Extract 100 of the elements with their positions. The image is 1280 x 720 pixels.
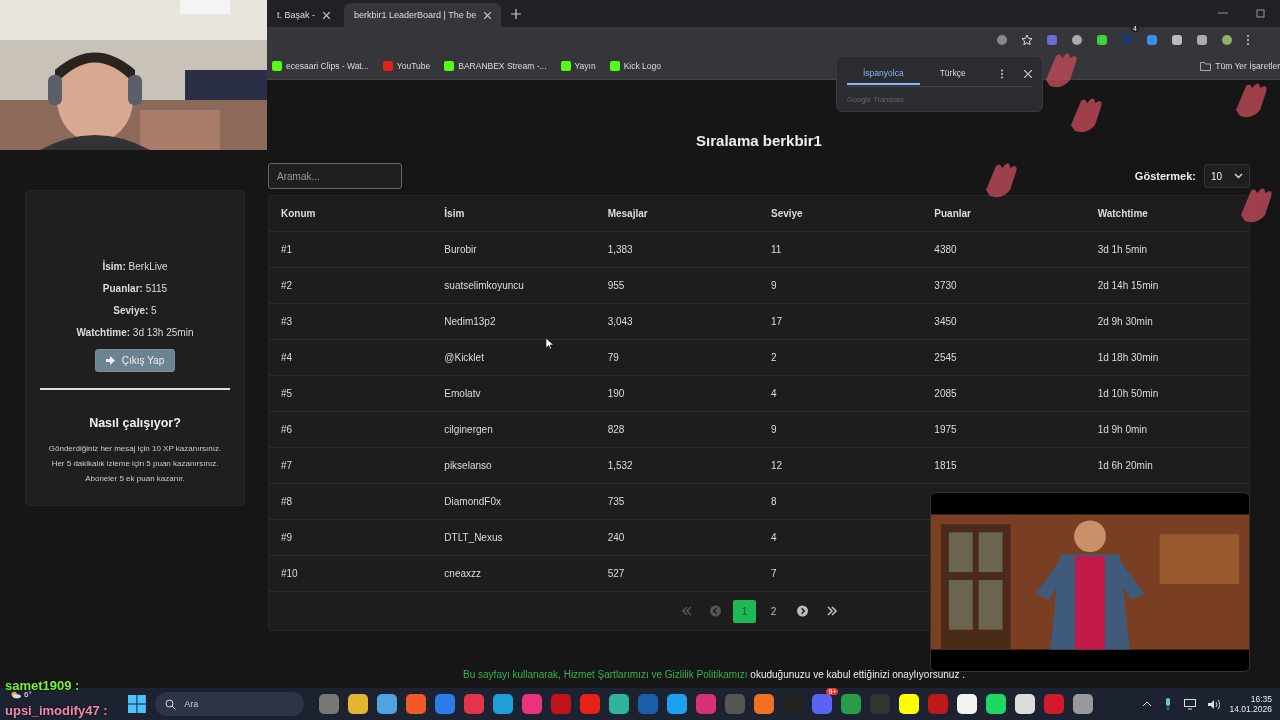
profile-field: İsim: BerkLive — [102, 261, 168, 272]
microphone-icon[interactable] — [1164, 698, 1173, 710]
table-cell-text: cilginergen — [443, 424, 494, 435]
taskbar-search-field[interactable]: Ara — [155, 692, 305, 716]
app-icon[interactable] — [667, 694, 688, 714]
table-cell-text: 1d 9h 0min — [1096, 424, 1149, 435]
app-icon[interactable] — [609, 694, 630, 714]
table-cell-text: 4 — [770, 532, 778, 543]
table-cell-text: #3 — [280, 316, 294, 327]
help-text: Gönderdiğiniz her mesaj için 10 XP kazanırsınız. — [48, 444, 222, 453]
column-header: Konum — [280, 208, 317, 219]
bookmark-icon — [560, 61, 571, 71]
table-cell-text: 1975 — [933, 424, 958, 435]
table-cell-text: 2 — [770, 352, 778, 363]
column-header: Puanlar — [933, 208, 972, 219]
app-icon[interactable] — [957, 694, 978, 714]
browser-tab[interactable]: t. Başak - — [267, 3, 340, 27]
windows-logo-icon[interactable] — [128, 695, 147, 713]
table-cell-text: pikselanso — [443, 460, 493, 471]
table-cell-text: 1,383 — [606, 244, 634, 255]
table-cell-text: #9 — [280, 532, 294, 543]
bookmark[interactable]: Tüm Yer İşaretler — [1200, 61, 1280, 71]
page-title: Sıralama berkbir1 — [695, 132, 823, 149]
language-tab[interactable]: İspanyolca — [847, 62, 920, 85]
folder-icon — [1200, 61, 1212, 71]
help-text: Her 5 dakikalık izleme için 5 puan kazanırsınız. — [51, 459, 219, 468]
mouse-cursor-icon — [546, 338, 554, 350]
table-cell-text: 2545 — [933, 352, 958, 363]
table-cell-text: 8 — [770, 496, 778, 507]
table-cell-text: 2d 9h 30min — [1096, 316, 1154, 327]
bookmark[interactable]: YouTube — [382, 61, 431, 71]
table-cell-text: 828 — [606, 424, 626, 435]
close-icon[interactable] — [323, 11, 330, 19]
app-icon[interactable] — [348, 694, 369, 714]
chat-username: samet1909 : — [5, 678, 80, 693]
table-cell-text: 3,043 — [606, 316, 634, 327]
table-cell-text: 1d 10h 50min — [1096, 388, 1160, 399]
network-icon[interactable] — [1184, 698, 1197, 710]
extension-icon[interactable] — [1046, 34, 1058, 46]
right-chevron-circle-icon — [797, 605, 808, 617]
extension-icon[interactable] — [1096, 34, 1108, 46]
table-cell-text: 12 — [770, 460, 784, 471]
table-cell-text: cneaxzz — [443, 568, 482, 579]
table-cell-text: #5 — [280, 388, 294, 399]
table-cell-text: 2d 14h 15min — [1096, 280, 1160, 291]
speaker-icon[interactable] — [1208, 698, 1221, 710]
column-header: Mesajlar — [606, 208, 649, 219]
chevron-up-icon[interactable] — [1142, 701, 1153, 707]
table-cell-text: 735 — [606, 496, 626, 507]
table-cell-text: DTLT_Nexus — [443, 532, 504, 543]
menu-icon[interactable] — [1246, 34, 1250, 46]
bookmark[interactable]: Yayın — [560, 61, 596, 71]
table-cell-text: 1,532 — [606, 460, 634, 471]
close-icon[interactable] — [1024, 69, 1032, 78]
app-icon[interactable] — [377, 694, 398, 714]
search-field[interactable]: Aramak... — [268, 163, 402, 189]
logout-button[interactable]: Çıkış Yap — [94, 349, 176, 372]
table-cell-text: #6 — [280, 424, 294, 435]
bookmark[interactable]: Kick Logo — [609, 61, 662, 71]
page-button[interactable]: 2 — [762, 599, 785, 623]
restore-icon[interactable] — [1256, 8, 1266, 18]
table-cell-text: Burobir — [443, 244, 478, 255]
app-icon[interactable] — [1073, 694, 1094, 714]
star-icon[interactable] — [1021, 34, 1033, 46]
language-tab[interactable]: Türkçe — [923, 62, 982, 85]
app-icon[interactable] — [986, 694, 1007, 714]
help-text: Aboneler 5 ek puan kazanır. — [85, 474, 185, 483]
table-cell-text: 1815 — [933, 460, 958, 471]
column-header: İsim — [443, 208, 466, 219]
app-icon[interactable] — [899, 694, 920, 714]
terms-link[interactable]: Gizlilik Politikamızı — [664, 669, 748, 680]
table-cell-text: 527 — [606, 568, 626, 579]
table-cell-text: 4 — [770, 388, 778, 399]
table-cell-text: 1d 6h 20min — [1096, 460, 1154, 471]
table-cell-text: 2085 — [933, 388, 958, 399]
table-cell-text: 3730 — [933, 280, 958, 291]
bookmark[interactable]: BARANBEX Stream -... — [444, 61, 547, 71]
table-cell-text: 11 — [770, 244, 783, 255]
extension-icon[interactable] — [1146, 34, 1158, 46]
bookmark-icon — [444, 61, 455, 71]
bookmark[interactable]: ecesaari Clips - Wat... — [272, 61, 369, 71]
table-cell-text: 7 — [770, 568, 778, 579]
table-cell-text: #2 — [280, 280, 294, 291]
table-cell-text: 9 — [770, 280, 778, 291]
browser-tab[interactable]: berkbir1 LeaderBoard | The be — [344, 3, 502, 27]
chevron-down-icon — [1234, 173, 1243, 179]
more-icon[interactable] — [1000, 68, 1004, 79]
terms-link[interactable]: Hizmet Şartlarımızı — [563, 669, 649, 680]
page-size-select[interactable]: 10 — [1204, 164, 1250, 188]
close-icon[interactable] — [484, 11, 492, 19]
search-icon — [165, 698, 177, 710]
weather-icon[interactable] — [10, 691, 21, 699]
table-cell-text: 3d 1h 5min — [1096, 244, 1149, 255]
table-cell-text: 190 — [606, 388, 626, 399]
table-cell-text: #1 — [280, 244, 294, 255]
table-cell-text: #8 — [280, 496, 294, 507]
new-tab-icon[interactable] — [511, 9, 522, 19]
show-label: Göstermek: — [1134, 170, 1196, 182]
app-icon[interactable] — [1015, 694, 1036, 714]
sign-out-icon — [105, 356, 116, 365]
